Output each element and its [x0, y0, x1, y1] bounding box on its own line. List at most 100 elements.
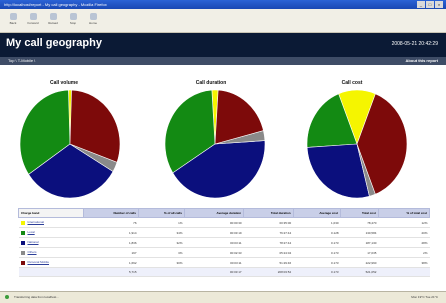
- table-cell: 78:27:44: [243, 237, 294, 248]
- back-button[interactable]: Back: [4, 11, 22, 25]
- band-link[interactable]: Others: [28, 250, 37, 254]
- table-cell: 12%: [378, 217, 430, 228]
- window-titlebar: http://localhost/report - My call geogra…: [0, 0, 446, 9]
- table-cell: 197: [83, 247, 139, 258]
- column-header: % of total cost: [377, 208, 431, 218]
- pie-chart-call-volume: [19, 89, 121, 199]
- table-cell: 30%: [138, 257, 185, 268]
- table-cell: 38%: [378, 257, 430, 268]
- stop-icon: [69, 13, 77, 20]
- reload-icon: [49, 13, 57, 20]
- color-swatch: [20, 250, 25, 255]
- pie-chart-call-cost: [306, 89, 408, 199]
- column-header: % of all calls: [138, 208, 185, 218]
- table-cell: 32%: [138, 237, 185, 248]
- table-cell: 51:29:46: [243, 257, 294, 268]
- table-cell: 1%: [138, 217, 185, 228]
- back-label: Back: [9, 21, 17, 25]
- call-stats-table: Charge band Number of calls % of all cal…: [18, 208, 431, 277]
- column-header: Total duration: [243, 208, 294, 218]
- forward-label: Forward: [27, 21, 39, 25]
- home-button[interactable]: Home: [84, 11, 102, 25]
- table-cell: [18, 267, 84, 277]
- table-cell: 521,052: [340, 267, 379, 277]
- status-text: Transferring data from localhost...: [14, 295, 59, 299]
- band-link[interactable]: International: [28, 220, 45, 224]
- table-cell: 00:02:33: [184, 247, 244, 258]
- color-swatch: [20, 240, 25, 245]
- column-header: Total cost: [340, 208, 379, 218]
- table-row: Personal Mobile 1,692 30% 00:03:11 51:29…: [18, 257, 430, 268]
- table-cell: 28%: [378, 237, 430, 248]
- column-header: Average cost: [292, 208, 342, 218]
- table-cell: 20%: [378, 227, 430, 238]
- table-cell: 17,035: [340, 247, 379, 258]
- table-cell: 00:03:19: [184, 227, 244, 238]
- forward-button[interactable]: Forward: [24, 11, 42, 25]
- row-label[interactable]: International: [18, 217, 84, 228]
- stop-label: Stop: [69, 21, 77, 25]
- table-cell: 34%: [138, 227, 185, 238]
- table-cell: 00:03:17: [184, 267, 244, 277]
- table-cell: 187,130: [340, 237, 379, 248]
- report-timestamp: 2008-05-21 20:42:29: [391, 41, 438, 47]
- band-link[interactable]: Personal Mobile: [28, 260, 50, 264]
- color-swatch: [20, 220, 25, 225]
- status-icon: [5, 295, 9, 299]
- table-cell: 1,030: [293, 217, 341, 228]
- table-cell: 0.173: [293, 257, 341, 268]
- table-cell: 76:27:44: [243, 227, 294, 238]
- table-cell: 1,914: [83, 227, 139, 238]
- browser-toolbar: Back Forward Reload Stop Home: [0, 9, 446, 33]
- table-header-row: Charge band Number of calls % of all cal…: [18, 208, 431, 218]
- table-cell: 130,584: [340, 227, 379, 238]
- column-header: Charge band: [18, 208, 84, 218]
- back-icon: [9, 13, 17, 20]
- row-label[interactable]: Personal Mobile: [18, 257, 84, 268]
- status-bar: Transferring data from localhost... Mon …: [0, 291, 446, 303]
- report-nav: Top \ T-Mobile \ About this report: [0, 57, 446, 65]
- page-title: My call geography: [6, 37, 102, 49]
- table-cell: 00:00:30: [184, 217, 244, 228]
- breadcrumb[interactable]: Top \ T-Mobile \: [8, 57, 35, 65]
- table-cell: 0.173: [293, 267, 341, 277]
- table-cell: 78,470: [340, 217, 379, 228]
- home-label: Home: [88, 21, 97, 25]
- color-swatch: [20, 230, 25, 235]
- table-cell: 222,960: [340, 257, 379, 268]
- table-cell: 1,692: [83, 257, 139, 268]
- column-header: Number of calls: [83, 208, 139, 218]
- status-right: Mon 19°C Tue 21°C: [411, 295, 438, 299]
- table-total-row: 5,715 00:03:17 208:03:52 0.173 521,052: [18, 267, 430, 277]
- reload-button[interactable]: Reload: [44, 11, 62, 25]
- pie-chart-call-duration: [164, 89, 266, 199]
- table-cell: [378, 267, 430, 277]
- close-button[interactable]: ×: [435, 1, 443, 8]
- table-cell: 00:03:11: [184, 257, 244, 268]
- table-row: International 76 1% 00:00:30 00:35:00 1,…: [18, 217, 430, 228]
- about-report-link[interactable]: About this report: [406, 57, 438, 65]
- table-row: Others 197 3% 00:02:33 05:24:04 0.173 17…: [18, 247, 430, 258]
- table-cell: 0.173: [293, 247, 341, 258]
- row-label[interactable]: National: [18, 237, 84, 248]
- home-icon: [89, 13, 97, 20]
- table-cell: 1,836: [83, 237, 139, 248]
- row-label[interactable]: Others: [18, 247, 84, 258]
- table-row: Local 1,914 34% 00:03:19 76:27:44 0.128 …: [18, 227, 430, 238]
- maximize-button[interactable]: □: [426, 1, 434, 8]
- row-label[interactable]: Local: [18, 227, 84, 238]
- table-cell: 05:24:04: [243, 247, 294, 258]
- band-link[interactable]: National: [28, 240, 39, 244]
- table-cell: 0.128: [293, 227, 341, 238]
- stop-button[interactable]: Stop: [64, 11, 82, 25]
- minimize-button[interactable]: _: [417, 1, 425, 8]
- column-header: Average duration: [183, 208, 245, 218]
- band-link[interactable]: Local: [28, 230, 35, 234]
- report-header: My call geography 2008-05-21 20:42:29: [0, 33, 446, 57]
- table-cell: 00:03:11: [184, 237, 244, 248]
- table-cell: 0.173: [293, 237, 341, 248]
- table-cell: 5,715: [83, 267, 139, 277]
- table-cell: 76: [83, 217, 139, 228]
- table-cell: 00:35:00: [243, 217, 294, 228]
- forward-icon: [29, 13, 37, 20]
